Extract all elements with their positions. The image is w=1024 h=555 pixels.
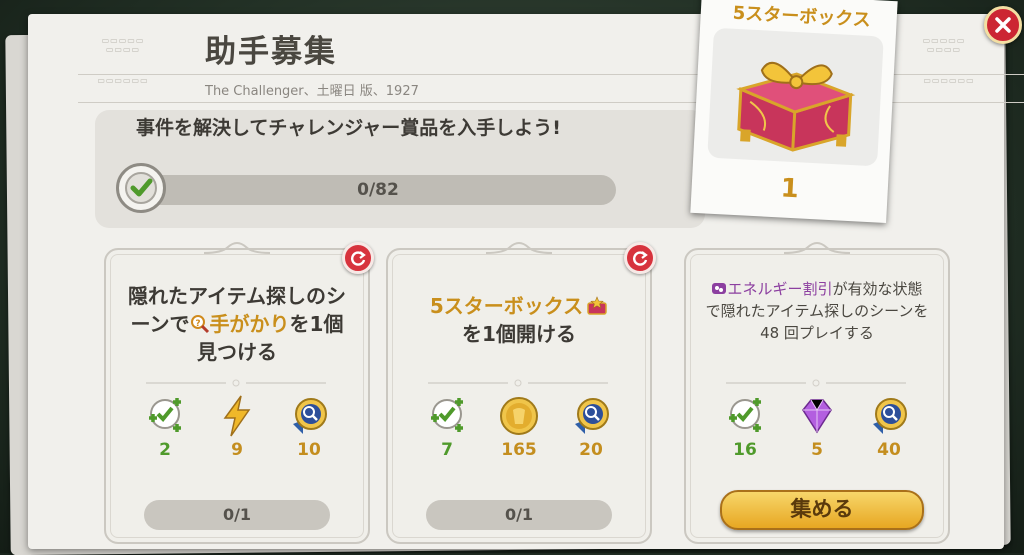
task-card-2-progress: 0/1 [426, 500, 612, 530]
card-ornament-icon [783, 242, 851, 254]
close-button[interactable] [984, 6, 1022, 44]
card-divider [726, 379, 906, 387]
task-card-2-rewards: 7 165 20 [388, 394, 650, 460]
prize-image [707, 27, 884, 167]
masthead-decoration-left: ▭▭▭▭▭ ▭▭▭▭ [101, 36, 145, 54]
reward-medal: 40 [862, 394, 916, 460]
reward-energy: 9 [210, 394, 264, 460]
check-plus-icon [431, 398, 463, 432]
card-divider [428, 379, 608, 387]
svg-text:?: ? [195, 319, 200, 329]
task-card-1-progress: 0/1 [144, 500, 330, 530]
reward-medal: 10 [282, 394, 336, 460]
reward-gem: 5 [790, 394, 844, 460]
magnifier-question-icon: ? [190, 315, 209, 334]
check-plus-icon [729, 398, 761, 432]
task-card-1-text: 隠れたアイテム探しのシーンで? 手がかりを1個見つける [128, 284, 346, 364]
reward-check: 7 [420, 394, 474, 460]
energy-bolt-icon [223, 395, 251, 437]
check-plus-icon [149, 398, 181, 432]
main-task-text: 事件を解決してチャレンジャー賞品を入手しよう! [136, 117, 561, 139]
refresh-task-button[interactable] [624, 242, 656, 274]
prize-card: 5スターボックス 1 [690, 0, 898, 223]
refresh-icon [351, 251, 366, 266]
page-title: 助手募集 [205, 34, 337, 70]
magnifier-medal-icon [873, 398, 907, 434]
check-medal-icon [116, 163, 166, 213]
collect-button[interactable]: 集める [720, 490, 924, 530]
masthead-rule-left: ▭▭▭▭▭▭ [97, 76, 149, 85]
card-ornament-icon [485, 242, 553, 254]
refresh-task-button[interactable] [342, 242, 374, 274]
purple-gem-icon [802, 399, 832, 434]
task-card-1-rewards: 2 9 10 [106, 394, 368, 460]
task-card-3-text: エネルギー割引が有効な状態で隠れたアイテム探しのシーンを 48 回プレイする [705, 280, 929, 342]
card-ornament-icon [203, 242, 271, 254]
prize-count: 1 [779, 173, 800, 205]
task-card-2: 5スターボックス を1個開ける 7 165 20 0/1 [386, 242, 656, 544]
main-progress-text: 0/82 [357, 180, 399, 200]
reward-medal: 20 [564, 394, 618, 460]
refresh-icon [633, 251, 648, 266]
gold-coin-icon [500, 397, 538, 435]
masthead-decoration-right: ▭▭▭▭▭ ▭▭▭▭ [922, 36, 966, 54]
task-card-3: エネルギー割引が有効な状態で隠れたアイテム探しのシーンを 48 回プレイする 1… [684, 242, 950, 544]
magnifier-medal-icon [293, 398, 327, 434]
close-icon [995, 17, 1011, 33]
gift-box-icon [736, 61, 856, 152]
magnifier-medal-icon [575, 398, 609, 434]
task-card-1: 隠れたアイテム探しのシーンで? 手がかりを1個見つける 2 9 10 0/1 [104, 242, 374, 544]
task-card-2-text: 5スターボックス を1個開ける [406, 292, 632, 348]
card-divider [146, 379, 326, 387]
energy-discount-icon [712, 283, 727, 294]
reward-check: 16 [718, 394, 772, 460]
task-card-3-rewards: 16 5 40 [686, 394, 948, 460]
masthead-rule-right: ▭▭▭▭▭▭ [923, 76, 975, 85]
reward-coin: 165 [492, 394, 546, 460]
reward-check: 2 [138, 394, 192, 460]
main-progress-bar: 0/82 [140, 175, 616, 205]
star-box-icon [587, 296, 607, 315]
newspaper-edition: The Challenger、土曜日 版、1927 [205, 84, 419, 99]
